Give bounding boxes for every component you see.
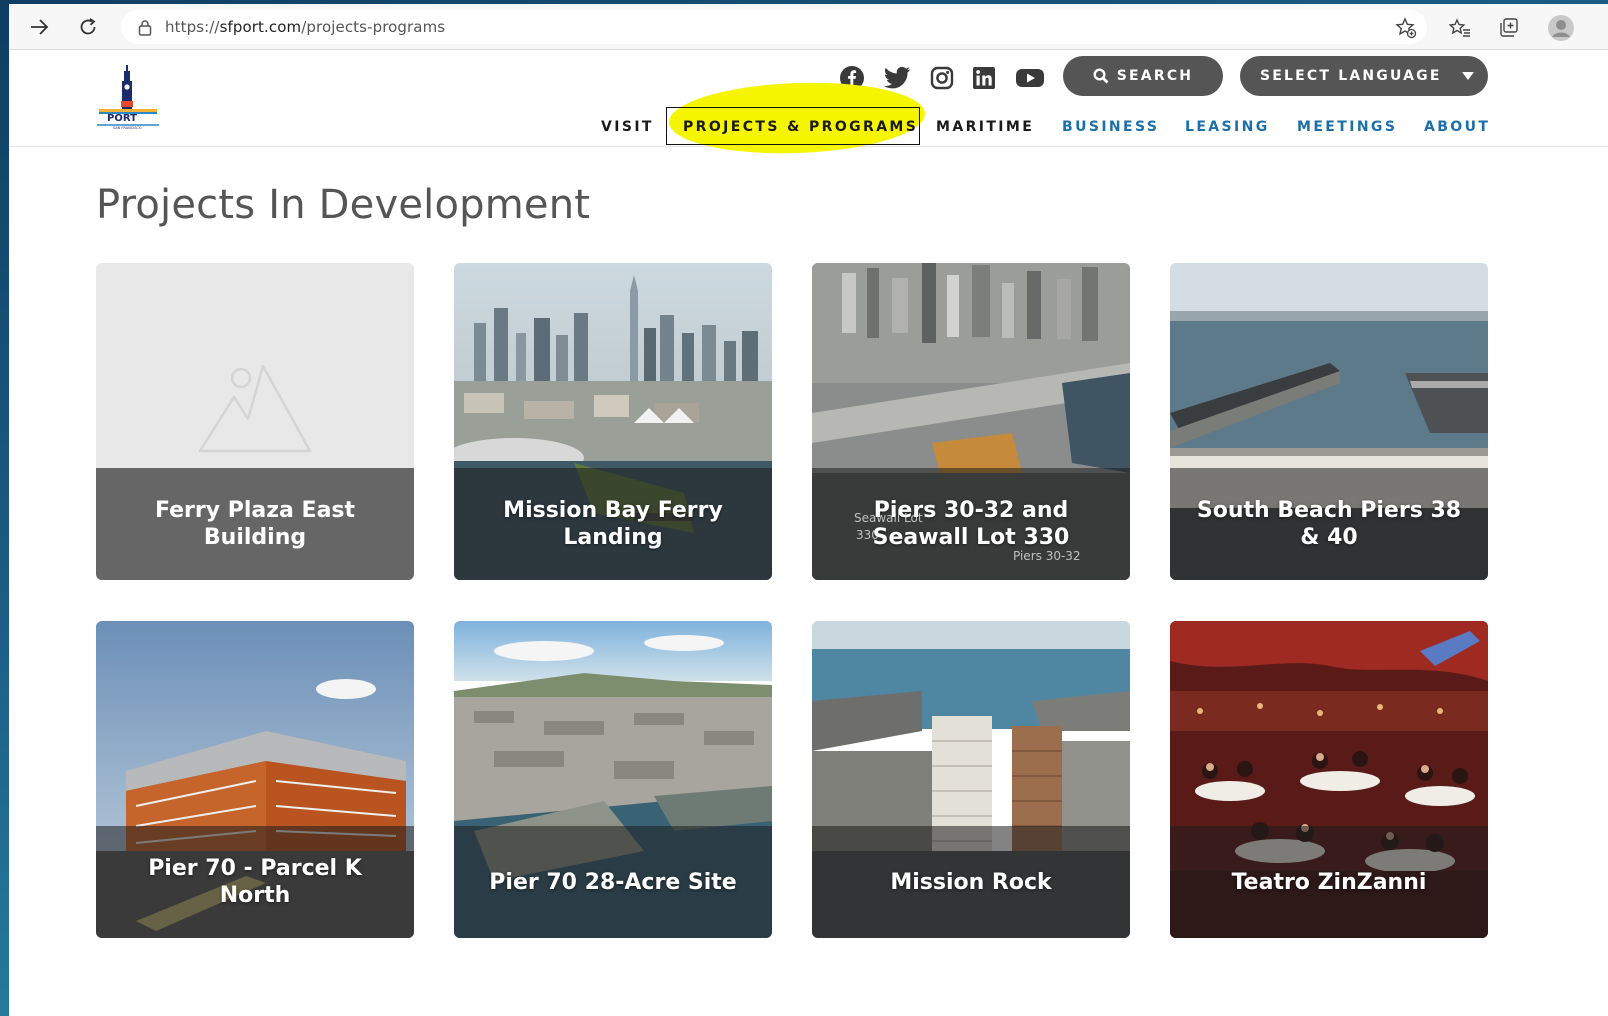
lock-icon[interactable] [137,18,153,36]
browser-toolbar: https://sfport.com/projects-programs [9,4,1608,50]
search-button[interactable]: SEARCH [1063,56,1223,96]
card-title: Mission Rock [812,826,1130,938]
image-placeholder-icon [198,364,312,453]
card-title: Pier 70 - Parcel K North [96,826,414,938]
profile-avatar-icon[interactable] [1547,14,1575,42]
card-title: Teatro ZinZanni [1170,826,1488,938]
project-card-mission-bay[interactable]: Mission Bay Ferry Landing [454,263,772,580]
url-text[interactable]: https://sfport.com/projects-programs [165,18,445,36]
add-favorite-star-icon[interactable] [1395,17,1417,44]
select-language-dropdown[interactable]: SELECT LANGUAGE [1240,56,1488,96]
project-card-teatro-zinzanni[interactable]: Teatro ZinZanni [1170,621,1488,938]
project-card-ferry-plaza[interactable]: Ferry Plaza East Building [96,263,414,580]
youtube-icon[interactable] [1013,63,1047,93]
nav-maritime[interactable]: MARITIME [936,115,1034,139]
project-card-piers-30-32[interactable]: Piers 30-32 and Seawall Lot 330 Seawall … [812,263,1130,580]
main-nav: VISIT PROJECTS & PROGRAMS MARITIME BUSIN… [9,115,1608,139]
site-header: PORT SAN FRANCISCO SEARCH SELECT LANGUAG… [9,51,1608,158]
project-card-pier-70-parcel-k[interactable]: Pier 70 - Parcel K North [96,621,414,938]
project-card-south-beach[interactable]: South Beach Piers 38 & 40 [1170,263,1488,580]
card-title: South Beach Piers 38 & 40 [1170,468,1488,580]
card-title: Ferry Plaza East Building [96,468,414,580]
linkedin-icon[interactable] [969,63,999,93]
url-prefix: https:// [165,18,220,36]
project-card-pier-70-28-acre[interactable]: Pier 70 28-Acre Site [454,621,772,938]
nav-visit[interactable]: VISIT [601,115,654,139]
twitter-icon[interactable] [883,63,913,93]
collections-icon[interactable] [1497,16,1521,40]
chevron-down-icon [1462,72,1474,80]
card-title: Pier 70 28-Acre Site [454,826,772,938]
piers-label: Piers 30-32 [1013,549,1081,563]
url-domain: sfport.com [219,18,302,36]
language-label: SELECT LANGUAGE [1260,68,1442,84]
page-title: Projects In Development [96,182,591,228]
nav-projects-programs[interactable]: PROJECTS & PROGRAMS [683,115,918,139]
url-path: /projects-programs [301,18,446,36]
nav-meetings[interactable]: MEETINGS [1297,115,1397,139]
project-card-mission-rock[interactable]: Mission Rock [812,621,1130,938]
address-bar[interactable]: https://sfport.com/projects-programs [121,10,1427,44]
search-icon [1093,68,1109,84]
seawall-lot-label: Seawall Lot [854,511,923,525]
instagram-icon[interactable] [927,63,957,93]
nav-about[interactable]: ABOUT [1424,115,1490,139]
search-label: SEARCH [1116,68,1194,84]
favorites-icon[interactable] [1448,16,1472,40]
forward-arrow-icon[interactable] [25,13,55,41]
nav-leasing[interactable]: LEASING [1185,115,1270,139]
seawall-lot-number-label: 330 [856,528,879,542]
card-title: Mission Bay Ferry Landing [454,468,772,580]
nav-business[interactable]: BUSINESS [1062,115,1159,139]
browser-window: https://sfport.com/projects-programs POR… [9,4,1608,1016]
reload-icon[interactable] [73,13,103,41]
